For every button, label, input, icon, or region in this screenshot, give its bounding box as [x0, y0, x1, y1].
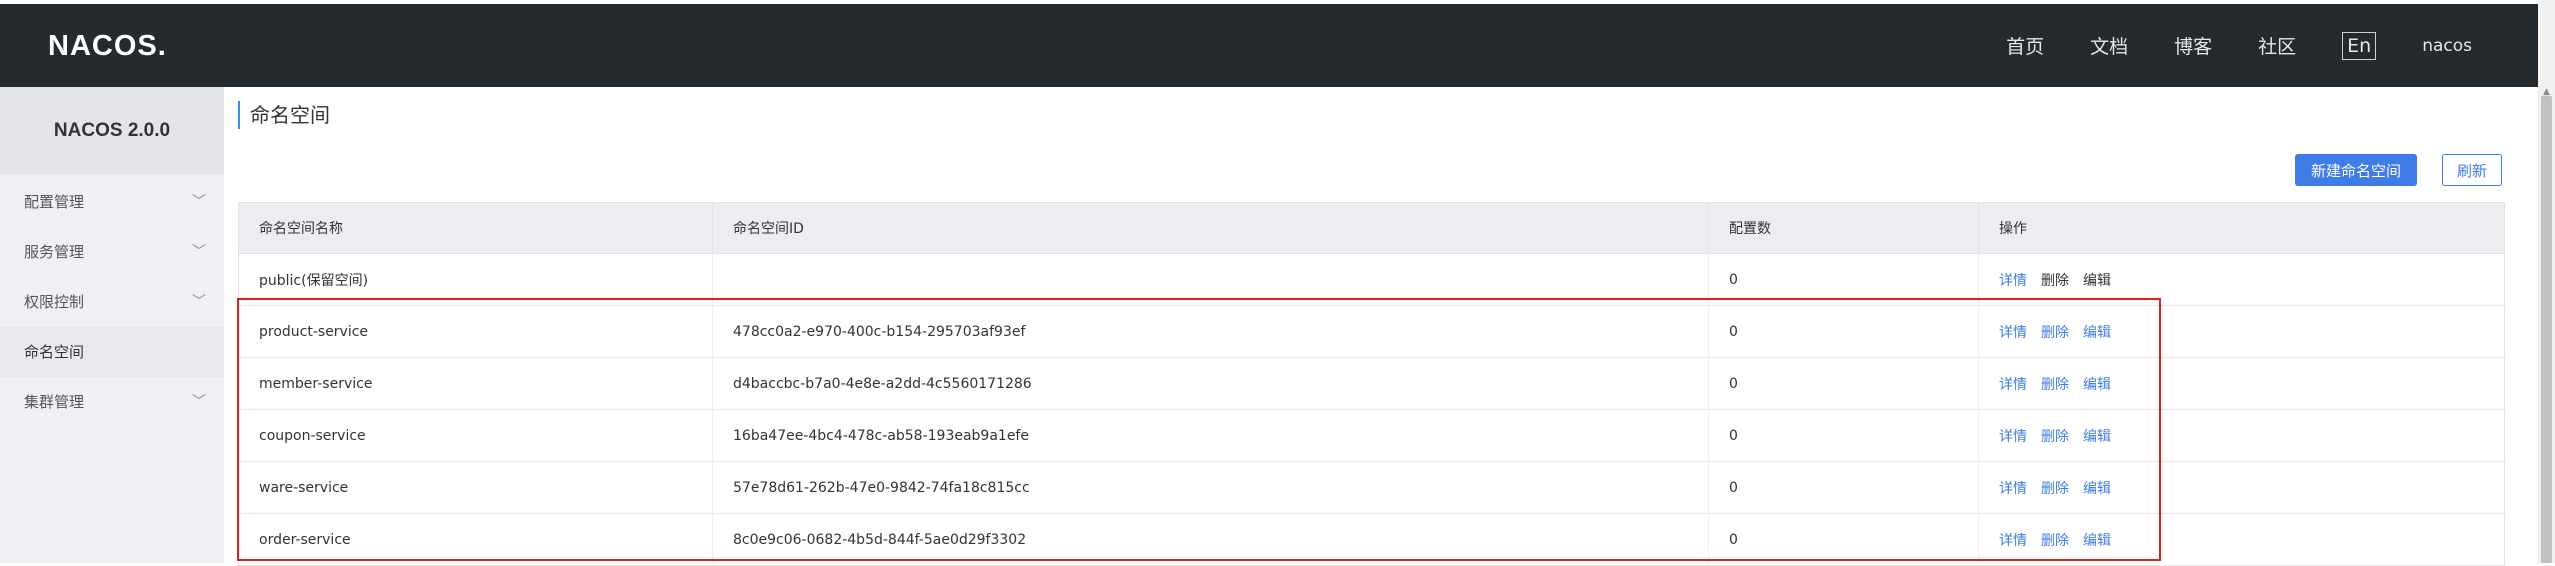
delete-link[interactable]: 删除: [2041, 481, 2069, 497]
namespace-name: order-service: [238, 513, 713, 566]
config-count: 0: [1708, 409, 1979, 462]
namespace-id: d4baccbc-b7a0-4e8e-a2dd-4c5560171286: [712, 357, 1709, 410]
column-header-name: 命名空间名称: [238, 202, 713, 254]
delete-link[interactable]: 删除: [2041, 325, 2069, 341]
namespace-id: 478cc0a2-e970-400c-b154-295703af93ef: [712, 305, 1709, 358]
column-header-id: 命名空间ID: [712, 202, 1709, 254]
refresh-button[interactable]: 刷新: [2442, 154, 2502, 186]
sidebar: NACOS 2.0.0 配置管理 ﹀ 服务管理 ﹀ 权限控制 ﹀ 命名空间 集群…: [0, 87, 224, 563]
sidebar-item-label: 服务管理: [24, 243, 85, 261]
nav-blog[interactable]: 博客: [2174, 32, 2212, 59]
namespace-id: 57e78d61-262b-47e0-9842-74fa18c815cc: [712, 461, 1709, 514]
details-link[interactable]: 详情: [1999, 325, 2027, 341]
namespace-id: 16ba47ee-4bc4-478c-ab58-193eab9a1efe: [712, 409, 1709, 462]
row-actions: 详情 删除 编辑: [1978, 357, 2505, 410]
page-title: 命名空间: [238, 101, 330, 129]
nav-home[interactable]: 首页: [2006, 32, 2044, 59]
config-count: 0: [1708, 513, 1979, 566]
edit-link[interactable]: 编辑: [2083, 429, 2111, 445]
edit-link[interactable]: 编辑: [2083, 481, 2111, 497]
sidebar-item-service[interactable]: 服务管理 ﹀: [0, 227, 224, 277]
namespace-id: 8c0e9c06-0682-4b5d-844f-5ae0d29f3302: [712, 513, 1709, 566]
delete-link[interactable]: 删除: [2041, 533, 2069, 549]
delete-link[interactable]: 删除: [2041, 377, 2069, 393]
language-switch[interactable]: En: [2342, 31, 2377, 60]
table-row: order-service 8c0e9c06-0682-4b5d-844f-5a…: [238, 513, 2505, 566]
config-count: 0: [1708, 253, 1979, 306]
config-count: 0: [1708, 305, 1979, 358]
table-row: public(保留空间) 0 详情 删除 编辑: [238, 253, 2505, 306]
sidebar-item-label: 权限控制: [24, 293, 85, 311]
edit-link[interactable]: 编辑: [2083, 325, 2111, 341]
details-link[interactable]: 详情: [1999, 481, 2027, 497]
sidebar-item-config[interactable]: 配置管理 ﹀: [0, 177, 224, 227]
row-actions: 详情 删除 编辑: [1978, 253, 2505, 306]
chevron-down-icon: ﹀: [192, 294, 206, 310]
details-link[interactable]: 详情: [1999, 273, 2027, 289]
chevron-down-icon: ﹀: [192, 394, 206, 410]
table-row: product-service 478cc0a2-e970-400c-b154-…: [238, 305, 2505, 358]
table-row: coupon-service 16ba47ee-4bc4-478c-ab58-1…: [238, 409, 2505, 462]
row-actions: 详情 删除 编辑: [1978, 461, 2505, 514]
top-navbar: NACOS. 首页 文档 博客 社区 En nacos: [0, 4, 2538, 87]
top-nav: 首页 文档 博客 社区 En nacos: [1960, 4, 2472, 87]
details-link[interactable]: 详情: [1999, 533, 2027, 549]
delete-link[interactable]: 删除: [2041, 429, 2069, 445]
chevron-down-icon: ﹀: [192, 244, 206, 260]
chevron-down-icon: ﹀: [192, 194, 206, 210]
row-actions: 详情 删除 编辑: [1978, 409, 2505, 462]
namespace-table: 命名空间名称 命名空间ID 配置数 操作 public(保留空间) 0 详情 删除…: [238, 202, 2505, 566]
sidebar-item-namespace[interactable]: 命名空间: [0, 327, 224, 377]
namespace-name: member-service: [238, 357, 713, 410]
sidebar-item-label: 集群管理: [24, 393, 85, 411]
namespace-name: coupon-service: [238, 409, 713, 462]
details-link[interactable]: 详情: [1999, 429, 2027, 445]
table-header: 命名空间名称 命名空间ID 配置数 操作: [238, 202, 2505, 254]
table-row: ware-service 57e78d61-262b-47e0-9842-74f…: [238, 461, 2505, 514]
namespace-name: public(保留空间): [238, 253, 713, 306]
column-header-count: 配置数: [1708, 202, 1979, 254]
config-count: 0: [1708, 461, 1979, 514]
row-actions: 详情 删除 编辑: [1978, 305, 2505, 358]
namespace-name: product-service: [238, 305, 713, 358]
sidebar-item-auth[interactable]: 权限控制 ﹀: [0, 277, 224, 327]
config-count: 0: [1708, 357, 1979, 410]
edit-link[interactable]: 编辑: [2083, 377, 2111, 393]
sidebar-item-cluster[interactable]: 集群管理 ﹀: [0, 377, 224, 427]
scroll-up-icon[interactable]: ▲: [2538, 88, 2555, 97]
sidebar-item-label: 命名空间: [24, 343, 85, 361]
details-link[interactable]: 详情: [1999, 377, 2027, 393]
edit-link[interactable]: 编辑: [2083, 533, 2111, 549]
column-header-actions: 操作: [1978, 202, 2505, 254]
scrollbar-thumb[interactable]: [2541, 96, 2552, 563]
edit-link: 编辑: [2083, 272, 2111, 289]
namespace-id: [712, 253, 1709, 306]
main-content: 命名空间 新建命名空间 刷新 命名空间名称 命名空间ID 配置数 操作 publ…: [224, 87, 2538, 566]
version-label: NACOS 2.0.0: [0, 87, 224, 174]
delete-link: 删除: [2041, 272, 2069, 289]
namespace-name: ware-service: [238, 461, 713, 514]
sidebar-item-label: 配置管理: [24, 193, 85, 211]
table-row: member-service d4baccbc-b7a0-4e8e-a2dd-4…: [238, 357, 2505, 410]
nav-community[interactable]: 社区: [2258, 32, 2296, 59]
nacos-logo[interactable]: NACOS.: [48, 30, 167, 63]
user-menu[interactable]: nacos: [2422, 36, 2472, 56]
row-actions: 详情 删除 编辑: [1978, 513, 2505, 566]
new-namespace-button[interactable]: 新建命名空间: [2295, 154, 2417, 186]
nav-docs[interactable]: 文档: [2090, 32, 2128, 59]
